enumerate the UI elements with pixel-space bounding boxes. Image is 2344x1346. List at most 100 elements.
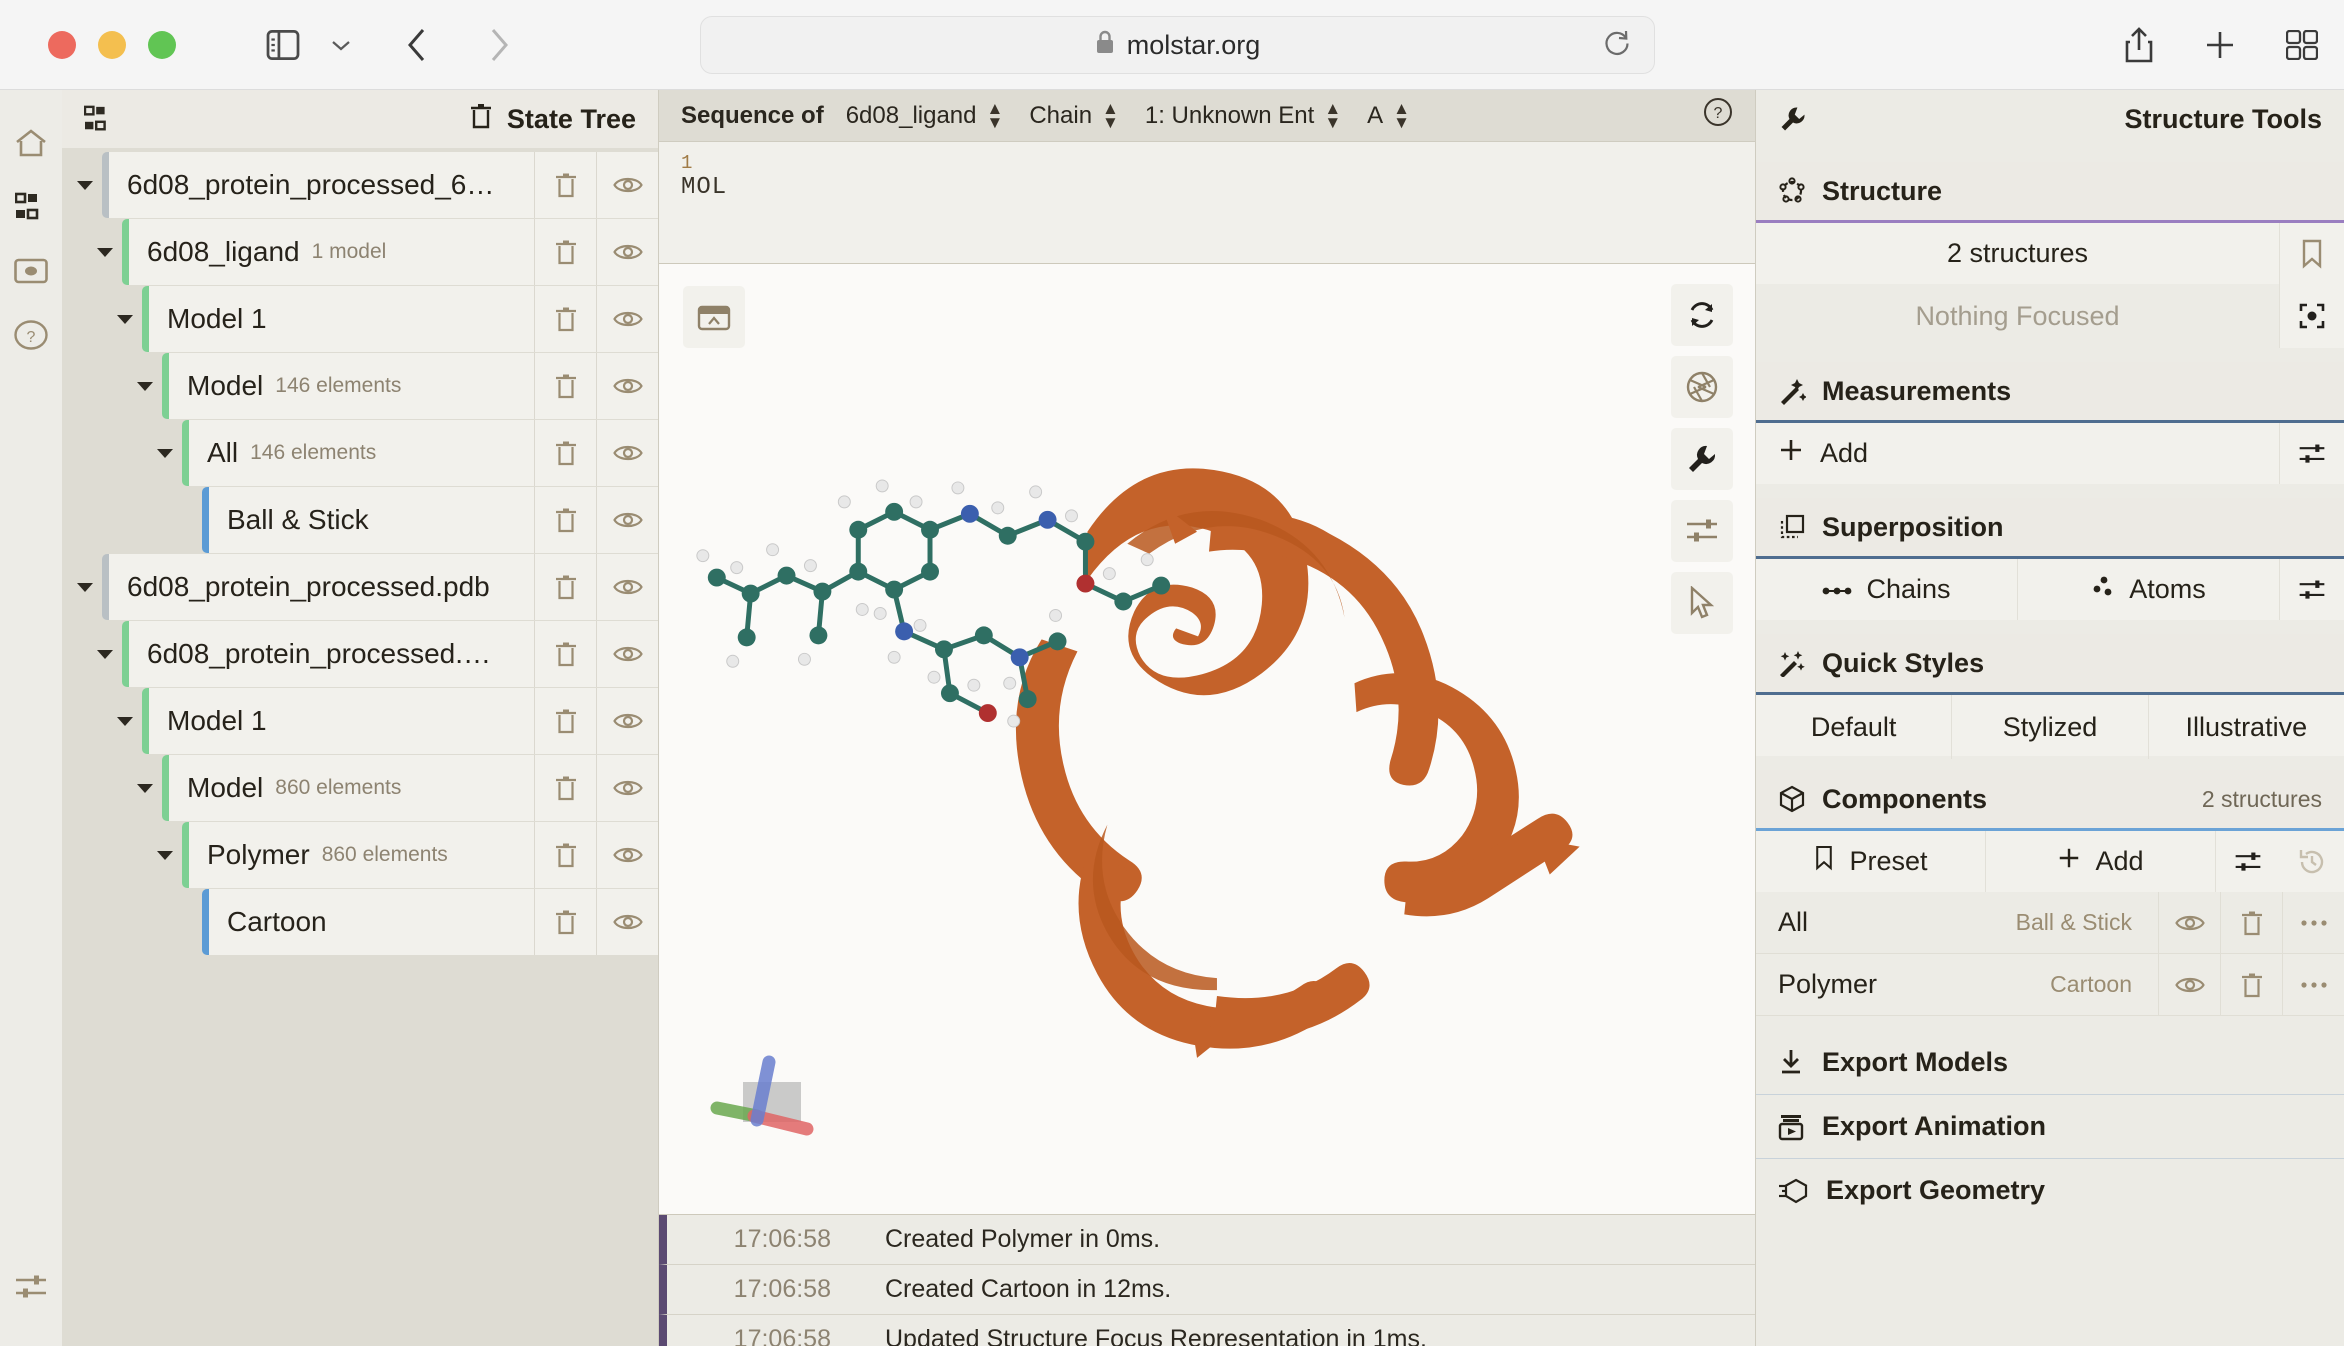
focus-target-icon[interactable] [2280,284,2344,348]
eye-icon[interactable] [596,353,658,419]
state-tree-row-body[interactable]: Model 146 elements [162,353,534,419]
chevron-down-icon[interactable] [88,621,122,687]
eye-icon[interactable] [2158,891,2220,954]
eye-icon[interactable] [2158,953,2220,1016]
preset-bookmark-icon[interactable] [2280,223,2344,284]
address-bar[interactable]: molstar.org [700,16,1655,74]
share-icon[interactable] [2124,26,2154,63]
trash-icon[interactable] [2220,953,2282,1016]
trash-icon[interactable] [534,755,596,821]
log-entry[interactable]: 17:06:58 Created Cartoon in 12ms. [659,1265,1755,1315]
eye-icon[interactable] [596,420,658,486]
superposition-chains-button[interactable]: Chains [1756,559,2018,620]
snapshot-icon[interactable] [8,248,54,294]
molecular-viewport[interactable] [659,264,1755,1214]
quick-style-illustrative[interactable]: Illustrative [2149,695,2344,759]
eye-icon[interactable] [596,554,658,620]
reload-icon[interactable] [1602,28,1632,63]
eye-icon[interactable] [596,621,658,687]
section-superposition-header[interactable]: Superposition [1756,498,2344,556]
structure-count-label[interactable]: 2 structures [1756,223,2280,284]
trash-icon[interactable] [534,889,596,955]
state-tree-row-body[interactable]: Model 1 [142,688,534,754]
settings-sliders-icon[interactable] [8,1264,54,1310]
chevron-down-icon[interactable] [88,219,122,285]
sliders-icon[interactable] [2280,423,2344,484]
trash-icon[interactable] [534,353,596,419]
trash-icon[interactable] [534,219,596,285]
section-quick-styles-header[interactable]: Quick Styles [1756,634,2344,692]
close-window-button[interactable] [48,30,76,59]
sliders-icon[interactable] [1671,500,1733,562]
state-tree-row-body[interactable]: Cartoon [202,889,534,955]
state-tree-row-body[interactable]: Model 860 elements [162,755,534,821]
screenshot-aperture-icon[interactable] [1671,356,1733,418]
section-components-header[interactable]: Components 2 structures [1756,770,2344,828]
sequence-residue-code[interactable]: MOL [681,174,1733,201]
state-tree-row-body[interactable]: Ball & Stick [202,487,534,553]
question-circle-icon[interactable]: ? [1703,97,1733,134]
components-add-button[interactable]: Add [1986,831,2216,892]
state-tree-title-group[interactable]: State Tree [469,102,636,137]
chevron-down-icon[interactable] [128,755,162,821]
measurements-add-button[interactable]: Add [1756,423,2280,484]
plus-icon[interactable] [2204,29,2236,61]
chevron-down-icon[interactable] [108,688,142,754]
eye-icon[interactable] [596,487,658,553]
state-tree-row-body[interactable]: 6d08_protein_processed.pdb [102,554,534,620]
structure-focus-label[interactable]: Nothing Focused [1756,284,2280,348]
chevron-down-icon[interactable] [148,822,182,888]
sliders-icon[interactable] [2280,559,2344,620]
sequence-granularity-select[interactable]: Chain ▲ ▼ [1029,100,1119,131]
maximize-window-button[interactable] [148,30,176,59]
eye-icon[interactable] [596,889,658,955]
trash-icon[interactable] [534,822,596,888]
export-models-row[interactable]: Export Models [1756,1030,2344,1094]
log-entry[interactable]: 17:06:58 Created Polymer in 0ms. [659,1215,1755,1265]
state-tree-row-body[interactable]: Model 1 [142,286,534,352]
history-icon[interactable] [2280,831,2344,892]
trash-icon[interactable] [534,688,596,754]
wrench-icon[interactable] [1671,428,1733,490]
eye-icon[interactable] [596,688,658,754]
help-icon[interactable]: ? [8,312,54,358]
sliders-icon[interactable] [2216,831,2280,892]
state-tree-row-body[interactable]: 6d08_protein_processed_6… [102,152,534,218]
export-geometry-row[interactable]: Export Geometry [1756,1158,2344,1222]
reset-camera-icon[interactable] [1671,284,1733,346]
tab-overview-icon[interactable] [2286,29,2318,60]
eye-icon[interactable] [596,219,658,285]
sequence-entity-select[interactable]: 1: Unknown Ent ▲ ▼ [1145,100,1341,131]
chevron-down-icon[interactable] [68,152,102,218]
eye-icon[interactable] [596,822,658,888]
quick-style-default[interactable]: Default [1756,695,1953,759]
components-preset-button[interactable]: Preset [1756,831,1986,892]
screenshot-icon[interactable] [683,286,745,348]
export-animation-row[interactable]: Export Animation [1756,1094,2344,1158]
trash-icon[interactable] [534,152,596,218]
chevron-down-icon[interactable] [128,353,162,419]
eye-icon[interactable] [596,286,658,352]
sequence-body[interactable]: 1 MOL [659,142,1755,264]
sequence-structure-select[interactable]: 6d08_ligand ▲ ▼ [846,100,1004,131]
section-measurements-header[interactable]: Measurements [1756,362,2344,420]
quick-style-stylized[interactable]: Stylized [1952,695,2149,759]
sidebar-toggle-icon[interactable] [266,29,300,60]
state-tree-row-body[interactable]: Polymer 860 elements [182,822,534,888]
state-tree-row-body[interactable]: All 146 elements [182,420,534,486]
log-panel[interactable]: 17:06:58 Created Polymer in 0ms. 17:06:58 C… [659,1214,1755,1346]
home-icon[interactable] [8,120,54,166]
chevron-down-icon[interactable] [108,286,142,352]
section-structure-header[interactable]: Structure [1756,162,2344,220]
trash-icon[interactable] [534,621,596,687]
sequence-chain-select[interactable]: A ▲ ▼ [1367,100,1410,131]
state-tree-icon[interactable] [8,184,54,230]
chevron-down-icon[interactable] [330,38,352,52]
chevron-down-icon[interactable] [68,554,102,620]
log-entry[interactable]: 17:06:58 Updated Structure Focus Represen… [659,1315,1755,1346]
chevron-down-icon[interactable] [148,420,182,486]
eye-icon[interactable] [596,755,658,821]
component-row[interactable]: Polymer Cartoon [1756,953,2344,1016]
trash-icon[interactable] [534,420,596,486]
trash-icon[interactable] [2220,891,2282,954]
